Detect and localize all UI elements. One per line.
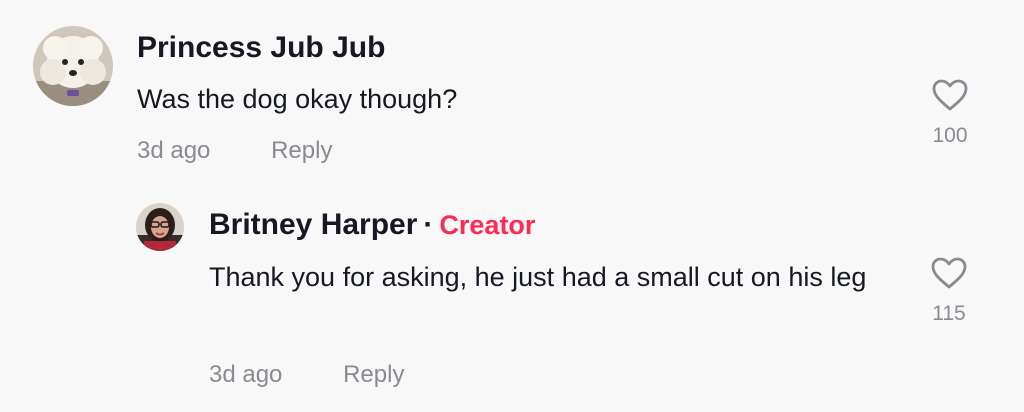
reply-text: Thank you for asking, he just had a smal… [209, 262, 867, 292]
heart-outline-icon [932, 79, 968, 111]
comment-author[interactable]: Princess Jub Jub [137, 31, 385, 65]
person-avatar-icon [136, 203, 184, 251]
reply-author[interactable]: Britney Harper [209, 208, 417, 241]
white-poodle-avatar-icon [33, 26, 113, 106]
heart-outline-icon [931, 257, 967, 289]
comment-meta: 3d ago Reply [137, 137, 332, 165]
reply-timestamp: 3d ago [209, 361, 283, 388]
reply-button[interactable]: Reply [271, 137, 332, 165]
reply-author-line: Britney Harper · Creator [209, 208, 535, 242]
reply-author-avatar[interactable] [136, 203, 184, 251]
reply-like-button[interactable]: 115 [919, 256, 979, 326]
reply-meta: 3d ago Reply [209, 361, 404, 389]
separator-dot: · [423, 208, 434, 241]
commenter-avatar[interactable] [33, 26, 113, 106]
creator-badge: Creator [439, 210, 536, 240]
reply-like-count: 115 [932, 302, 966, 325]
reply-to-reply-button[interactable]: Reply [343, 361, 404, 389]
comment-timestamp: 3d ago [137, 137, 211, 164]
comment-text: Was the dog okay though? [137, 84, 458, 114]
like-count: 100 [932, 124, 968, 147]
like-button[interactable]: 100 [920, 78, 980, 148]
